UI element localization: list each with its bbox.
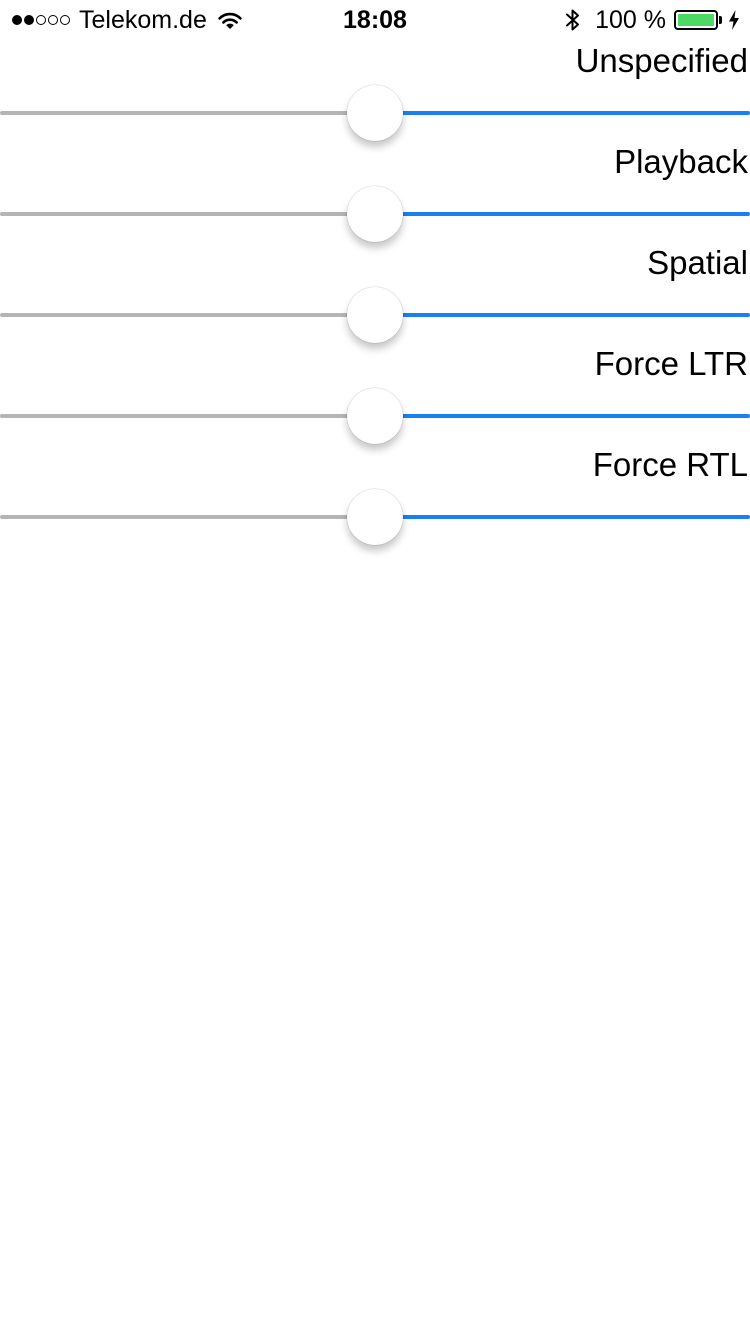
slider-row-playback: Playback <box>0 141 750 242</box>
status-bar: Telekom.de 18:08 100 % <box>0 0 750 40</box>
battery-tip <box>719 16 722 24</box>
slider-min-track[interactable] <box>0 111 375 115</box>
slider-min-track[interactable] <box>0 414 375 418</box>
slider-thumb[interactable] <box>347 85 403 141</box>
slider-row-force-rtl: Force RTL <box>0 444 750 545</box>
slider-min-track[interactable] <box>0 313 375 317</box>
slider-max-track[interactable] <box>375 212 750 216</box>
status-bar-right: 100 % <box>565 4 740 36</box>
slider-min-track[interactable] <box>0 212 375 216</box>
slider-force-ltr[interactable] <box>0 388 750 444</box>
slider-thumb[interactable] <box>347 388 403 444</box>
slider-row-force-ltr: Force LTR <box>0 343 750 444</box>
slider-label: Force RTL <box>592 446 748 483</box>
slider-row-unspecified: Unspecified <box>0 40 750 141</box>
slider-min-track[interactable] <box>0 515 375 519</box>
slider-max-track[interactable] <box>375 414 750 418</box>
slider-label: Spatial <box>647 244 748 281</box>
slider-row-spatial: Spatial <box>0 242 750 343</box>
slider-label: Unspecified <box>575 42 748 79</box>
slider-max-track[interactable] <box>375 313 750 317</box>
slider-force-rtl[interactable] <box>0 489 750 545</box>
battery-icon <box>674 10 718 30</box>
slider-thumb[interactable] <box>347 489 403 545</box>
charging-bolt-icon <box>729 10 739 30</box>
battery-percentage: 100 % <box>595 6 666 34</box>
slider-playback[interactable] <box>0 186 750 242</box>
slider-list: Unspecified Playback Spatial Force LTR F… <box>0 40 750 545</box>
bluetooth-icon <box>566 9 580 31</box>
slider-max-track[interactable] <box>375 111 750 115</box>
slider-label: Playback <box>614 143 748 180</box>
battery-level-fill <box>678 14 714 26</box>
slider-max-track[interactable] <box>375 515 750 519</box>
slider-label: Force LTR <box>594 345 748 382</box>
slider-spatial[interactable] <box>0 287 750 343</box>
slider-thumb[interactable] <box>347 186 403 242</box>
slider-thumb[interactable] <box>347 287 403 343</box>
slider-unspecified[interactable] <box>0 85 750 141</box>
